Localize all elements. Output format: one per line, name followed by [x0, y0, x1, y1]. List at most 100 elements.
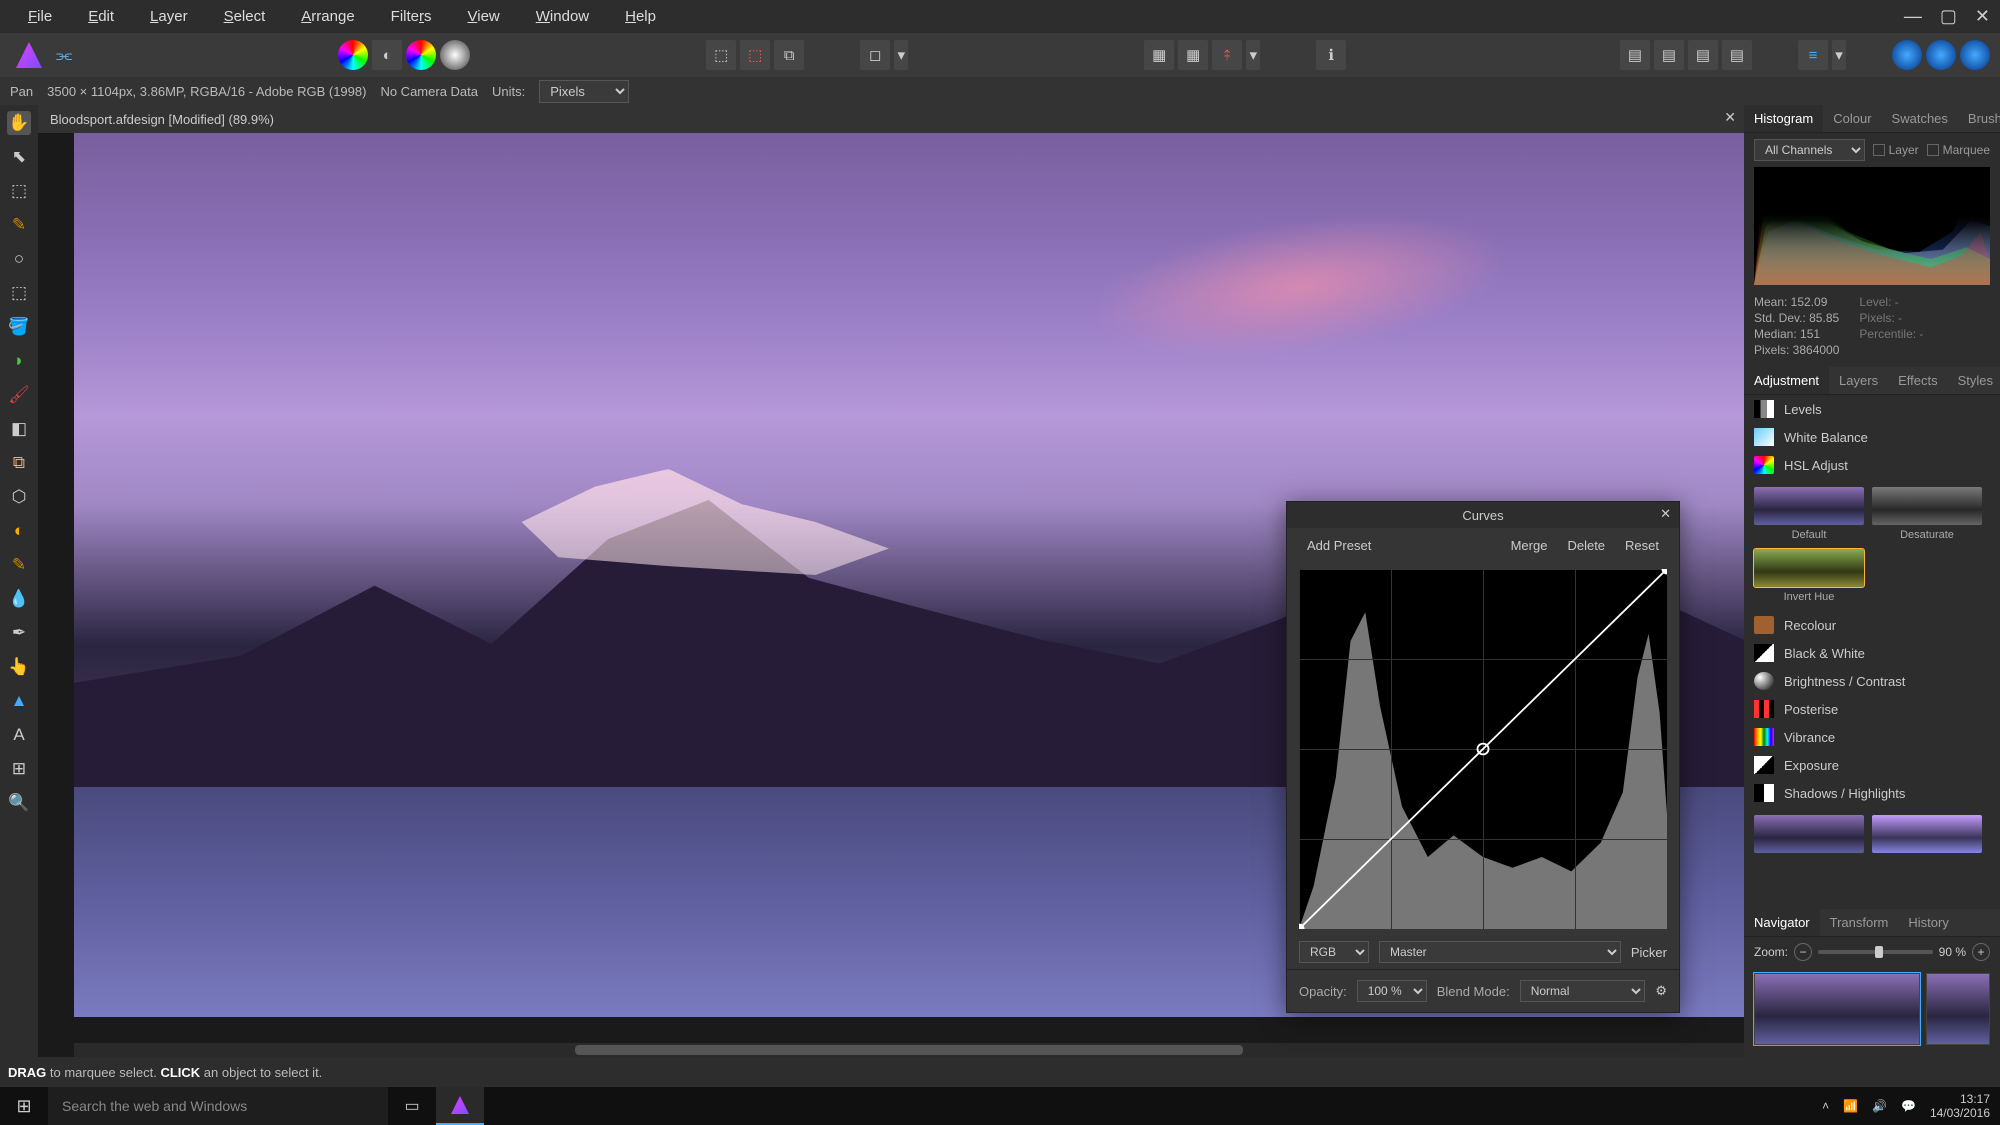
- taskbar-app-affinity[interactable]: [436, 1087, 484, 1125]
- document-tab[interactable]: Bloodsport.afdesign [Modified] (89.9%) ✕: [38, 105, 1744, 133]
- tool-erase[interactable]: ◧: [7, 417, 31, 441]
- menu-edit[interactable]: Edit: [70, 8, 132, 25]
- zoom-out-button[interactable]: −: [1794, 943, 1812, 961]
- scrollbar-thumb[interactable]: [575, 1045, 1243, 1055]
- snap-magnet-icon[interactable]: ⤉: [1212, 40, 1242, 70]
- canvas-horizontal-scrollbar[interactable]: [74, 1043, 1744, 1057]
- curves-settings-icon[interactable]: ⚙: [1655, 983, 1667, 999]
- tool-paint-brush[interactable]: 🖌: [7, 383, 31, 407]
- persona-photo-icon[interactable]: [1892, 40, 1922, 70]
- menu-view[interactable]: View: [450, 8, 518, 25]
- preset-default[interactable]: Default: [1754, 487, 1864, 541]
- tool-marquee[interactable]: ⬚: [7, 281, 31, 305]
- menu-window[interactable]: Window: [518, 8, 607, 25]
- curves-titlebar[interactable]: Curves ✕: [1287, 502, 1679, 528]
- task-view-button[interactable]: ▭: [388, 1087, 436, 1125]
- curves-colorspace-select[interactable]: RGB: [1299, 941, 1369, 963]
- zoom-slider[interactable]: [1818, 950, 1933, 954]
- tool-text[interactable]: A: [7, 723, 31, 747]
- menu-filters[interactable]: Filters: [373, 8, 450, 25]
- arrange-h-icon[interactable]: ≡: [1798, 40, 1828, 70]
- adjustment-brightness-contrast[interactable]: Brightness / Contrast: [1744, 667, 2000, 695]
- adjustment-posterise[interactable]: Posterise: [1744, 695, 2000, 723]
- tool-zoom[interactable]: 🔍: [7, 791, 31, 815]
- persona-liquify-icon[interactable]: [1926, 40, 1956, 70]
- colour-format-icon[interactable]: [338, 40, 368, 70]
- adjustment-shadows-highlights[interactable]: Shadows / Highlights: [1744, 779, 2000, 807]
- tool-move[interactable]: ⬉: [7, 145, 31, 169]
- tab-history[interactable]: History: [1898, 909, 1958, 936]
- document-tab-close-icon[interactable]: ✕: [1724, 109, 1736, 126]
- preset-desaturate[interactable]: Desaturate: [1872, 487, 1982, 541]
- curves-add-preset-button[interactable]: Add Preset: [1297, 534, 1381, 557]
- histogram-layer-checkbox[interactable]: Layer: [1873, 143, 1919, 157]
- align-top-icon[interactable]: ▤: [1722, 40, 1752, 70]
- tab-brushes[interactable]: Brushes: [1958, 105, 2000, 132]
- tab-transform[interactable]: Transform: [1820, 909, 1899, 936]
- tool-mesh[interactable]: ⊞: [7, 757, 31, 781]
- shadows-preset-1[interactable]: [1754, 815, 1864, 853]
- tool-colour-picker[interactable]: ✎: [7, 213, 31, 237]
- adjustment-white-balance[interactable]: White Balance: [1744, 423, 2000, 451]
- tab-histogram[interactable]: Histogram: [1744, 105, 1823, 132]
- tab-swatches[interactable]: Swatches: [1882, 105, 1958, 132]
- start-button[interactable]: ⊞: [0, 1087, 48, 1125]
- quickmask-dropdown-icon[interactable]: ▾: [894, 40, 908, 70]
- tool-smudge[interactable]: 👆: [7, 655, 31, 679]
- persona-develop-icon[interactable]: [1960, 40, 1990, 70]
- adjustment-recolour[interactable]: Recolour: [1744, 611, 2000, 639]
- preset-invert-hue[interactable]: Invert Hue: [1754, 549, 1864, 603]
- tool-gradient[interactable]: ◗: [7, 349, 31, 373]
- opacity-icon[interactable]: ◐: [372, 40, 402, 70]
- adjustment-vibrance[interactable]: Vibrance: [1744, 723, 2000, 751]
- menu-help[interactable]: Help: [607, 8, 674, 25]
- curves-reset-button[interactable]: Reset: [1615, 534, 1669, 557]
- zoom-in-button[interactable]: +: [1972, 943, 1990, 961]
- tool-selection-brush[interactable]: ○: [7, 247, 31, 271]
- share-icon[interactable]: ⫘: [56, 45, 72, 66]
- tray-network-icon[interactable]: 📶: [1843, 1099, 1858, 1113]
- menu-select[interactable]: Select: [206, 8, 284, 25]
- taskbar-clock[interactable]: 13:17 14/03/2016: [1930, 1092, 1990, 1121]
- tool-blur[interactable]: 💧: [7, 587, 31, 611]
- align-left-icon[interactable]: ▤: [1620, 40, 1650, 70]
- histogram-channel-select[interactable]: All Channels: [1754, 139, 1865, 161]
- shadows-preset-2[interactable]: [1872, 815, 1982, 853]
- tab-styles[interactable]: Styles: [1948, 367, 2000, 394]
- adjustment-black-white[interactable]: Black & White: [1744, 639, 2000, 667]
- menu-file[interactable]: File: [10, 8, 70, 25]
- curves-blendmode-select[interactable]: Normal: [1520, 980, 1646, 1002]
- tab-effects[interactable]: Effects: [1888, 367, 1948, 394]
- menu-arrange[interactable]: Arrange: [283, 8, 372, 25]
- tool-pen[interactable]: ✒: [7, 621, 31, 645]
- taskbar-search-input[interactable]: Search the web and Windows: [48, 1087, 388, 1125]
- navigator-thumbnail-alt[interactable]: [1926, 973, 1990, 1045]
- tab-navigator[interactable]: Navigator: [1744, 909, 1820, 936]
- tab-colour[interactable]: Colour: [1823, 105, 1881, 132]
- assistant-icon[interactable]: ℹ: [1316, 40, 1346, 70]
- histogram-marquee-checkbox[interactable]: Marquee: [1927, 143, 1990, 157]
- curves-channel-select[interactable]: Master: [1379, 941, 1621, 963]
- curves-graph[interactable]: [1299, 569, 1667, 929]
- curves-delete-button[interactable]: Delete: [1557, 534, 1615, 557]
- adjustment-exposure[interactable]: Exposure: [1744, 751, 2000, 779]
- lab-icon[interactable]: [440, 40, 470, 70]
- marquee-remove-icon[interactable]: ⬚: [740, 40, 770, 70]
- curves-close-icon[interactable]: ✕: [1660, 506, 1671, 522]
- marquee-intersect-icon[interactable]: ⧉: [774, 40, 804, 70]
- context-units-select[interactable]: Pixels: [539, 80, 629, 103]
- tool-inpainting[interactable]: ⬡: [7, 485, 31, 509]
- tray-notifications-icon[interactable]: 💬: [1901, 1099, 1916, 1113]
- window-minimize-icon[interactable]: —: [1904, 6, 1922, 27]
- snap-dropdown-icon[interactable]: ▾: [1246, 40, 1260, 70]
- tool-retouch[interactable]: ✎: [7, 553, 31, 577]
- align-right-icon[interactable]: ▤: [1688, 40, 1718, 70]
- tool-dodge[interactable]: ◐: [7, 519, 31, 543]
- window-maximize-icon[interactable]: ▢: [1940, 6, 1957, 27]
- tool-crop[interactable]: ⬚: [7, 179, 31, 203]
- tool-flood-fill[interactable]: 🪣: [7, 315, 31, 339]
- adjustment-levels[interactable]: Levels: [1744, 395, 2000, 423]
- colour-wheel-icon[interactable]: [406, 40, 436, 70]
- tool-clone[interactable]: ⧉: [7, 451, 31, 475]
- tool-shape[interactable]: ▲: [7, 689, 31, 713]
